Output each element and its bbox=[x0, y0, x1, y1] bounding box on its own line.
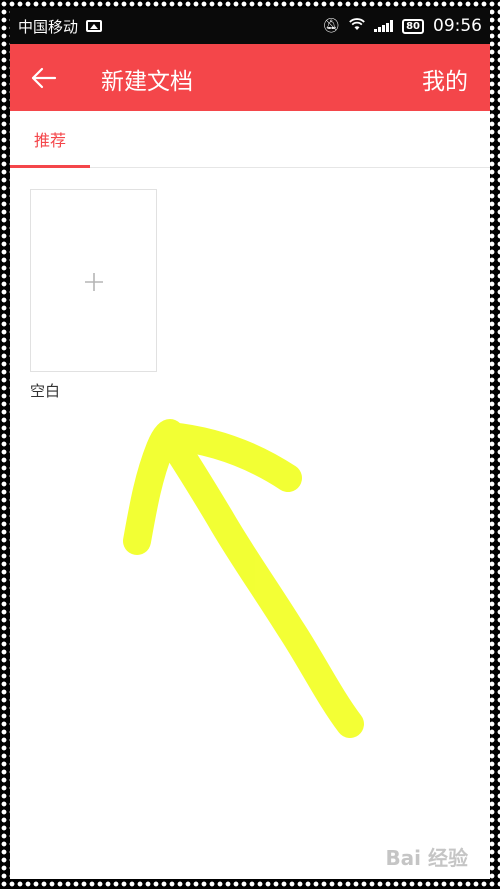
battery-icon: 80 bbox=[402, 18, 424, 34]
mute-icon: 🔕︎ bbox=[322, 18, 341, 34]
tab-recommended[interactable]: 推荐 bbox=[10, 111, 90, 167]
blank-template-card[interactable] bbox=[30, 189, 157, 372]
status-time: 09:56 bbox=[433, 16, 482, 36]
gallery-notification-icon bbox=[86, 20, 103, 32]
plus-icon bbox=[85, 273, 103, 291]
carrier-name: 中国移动 bbox=[18, 17, 79, 36]
status-icons: 🔕︎ 80 09:56 bbox=[322, 16, 482, 36]
signal-strength-icon bbox=[374, 20, 394, 32]
mine-button[interactable]: 我的 bbox=[422, 62, 468, 96]
tab-indicator bbox=[10, 165, 90, 168]
arrow-left-icon[interactable] bbox=[28, 63, 58, 93]
app-bar: 新建文档 我的 bbox=[10, 44, 490, 111]
status-bar: 中国移动 🔕︎ 80 09:56 bbox=[10, 8, 490, 44]
tab-label: 推荐 bbox=[33, 131, 66, 150]
tab-bar: 推荐 bbox=[10, 111, 490, 168]
blank-template-label: 空白 bbox=[30, 382, 61, 400]
watermark: Bai 经验 bbox=[385, 846, 468, 870]
wifi-icon bbox=[349, 17, 365, 35]
phone-screen: 中国移动 🔕︎ 80 09:56 新建文档 我的 推荐 空白 Bai 经验 bbox=[10, 8, 490, 879]
page-title: 新建文档 bbox=[101, 69, 193, 95]
